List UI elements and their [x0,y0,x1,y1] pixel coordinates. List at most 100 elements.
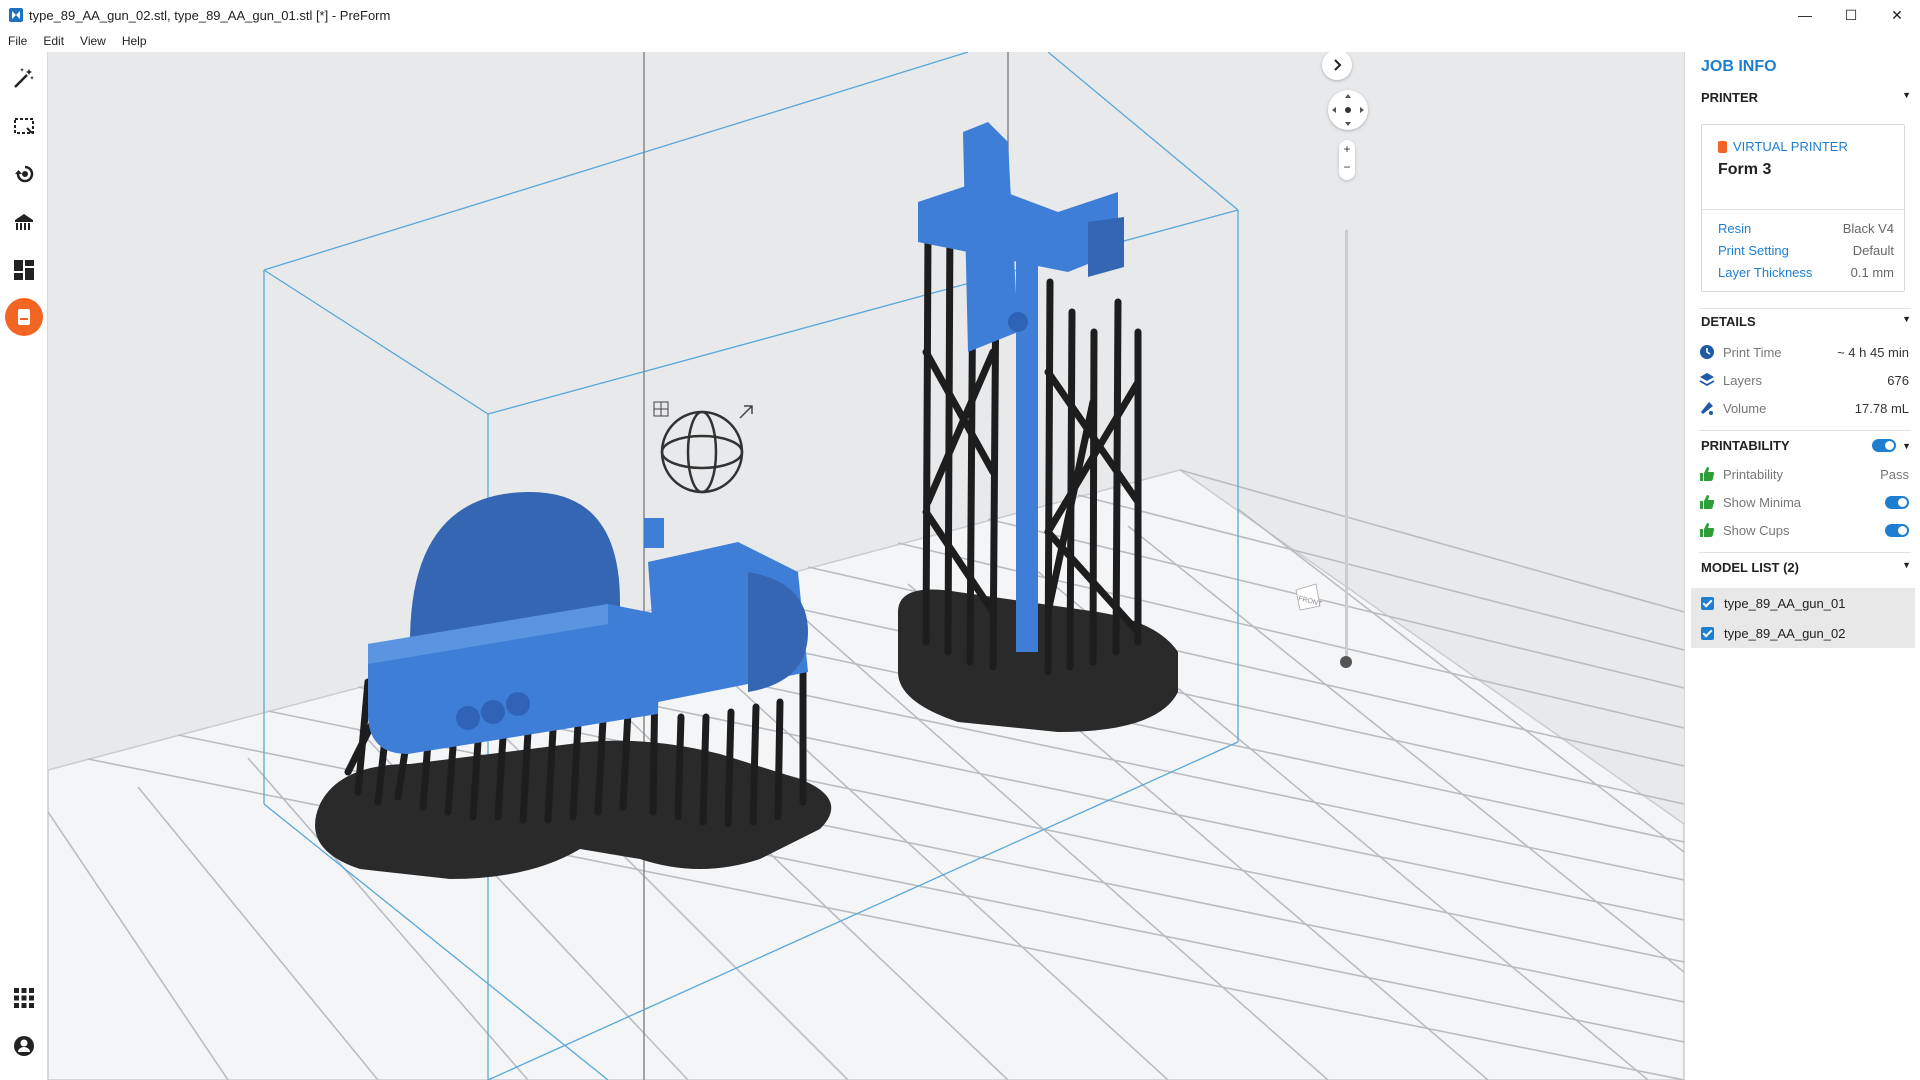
supports-tool-button[interactable] [8,206,40,238]
pan-arrows-icon [1332,94,1364,126]
model-list-item[interactable]: type_89_AA_gun_01 [1691,588,1915,618]
card-divider [1702,209,1904,210]
menu-view[interactable]: View [72,34,114,48]
layers-row: Layers 676 [1699,372,1909,388]
scale-arrow-icon [739,405,753,419]
job-info-panel: JOB INFO PRINTER ▼ VIRTUAL PRINTER Form 3… [1684,52,1920,1080]
printability-row: Printability Pass [1699,466,1909,482]
layers-label: Layers [1723,372,1763,388]
volume-label: Volume [1723,400,1767,416]
model-type-89-aa-gun-02[interactable] [315,492,832,879]
resin-label[interactable]: Resin [1718,221,1751,236]
printability-section-header[interactable]: PRINTABILITY ▼ [1701,438,1911,453]
account-icon [14,1036,34,1056]
show-minima-toggle[interactable] [1885,495,1909,509]
show-cups-toggle[interactable] [1885,523,1909,537]
volume-row: Volume 17.78 mL [1699,400,1909,416]
grid-handle-icon [653,401,669,417]
show-cups-row: Show Cups [1699,522,1909,538]
magic-wand-icon [14,68,34,88]
clock-icon [1700,345,1714,359]
layer-thickness-row: Layer Thickness 0.1 mm [1718,265,1894,280]
orientation-tool-button[interactable] [8,158,40,190]
layer-slider-handle[interactable] [1340,656,1352,668]
printability-section-label: PRINTABILITY [1701,438,1790,453]
model-list-section-header[interactable]: MODEL LIST (2) ▼ [1701,560,1911,575]
window-title: type_89_AA_gun_02.stl, type_89_AA_gun_01… [29,7,391,23]
layout-icon [14,260,34,280]
printer-icon [18,309,30,325]
show-minima-label: Show Minima [1723,494,1802,510]
rotation-gizmo[interactable] [660,410,744,494]
3d-viewport[interactable]: FRONT + − [48,52,1684,1080]
pan-control[interactable] [1328,90,1368,130]
title-bar: type_89_AA_gun_02.stl, type_89_AA_gun_01… [0,0,1920,30]
printer-card[interactable]: VIRTUAL PRINTER Form 3 Resin Black V4 Pr… [1701,124,1905,292]
caret-down-icon: ▼ [1902,314,1911,324]
magic-wand-tool-button[interactable] [8,62,40,94]
volume-value: 17.78 mL [1854,400,1909,416]
caret-down-icon: ▼ [1902,560,1911,570]
print-time-label: Print Time [1723,344,1782,360]
printer-section-header[interactable]: PRINTER ▼ [1701,90,1911,105]
thumbs-up-icon [1700,467,1715,481]
supports-icon [15,214,33,230]
details-section-header[interactable]: DETAILS ▼ [1701,314,1911,329]
orientation-icon [15,165,34,183]
show-cups-label: Show Cups [1723,522,1790,538]
section-divider [1699,552,1911,553]
printability-label: Printability [1723,466,1783,482]
menu-edit[interactable]: Edit [35,34,72,48]
printability-toggle[interactable] [1872,439,1897,452]
zoom-in-icon[interactable]: + [1339,140,1355,158]
preform-app-icon [9,8,23,22]
printer-section-label: PRINTER [1701,90,1759,105]
maximize-button[interactable]: ☐ [1828,0,1874,30]
layer-thickness-value: 0.1 mm [1850,265,1894,280]
section-divider [1699,308,1911,309]
model-checkbox[interactable] [1701,596,1714,610]
print-time-row: Print Time ~ 4 h 45 min [1699,344,1909,360]
job-info-tool-button[interactable] [5,298,43,336]
print-time-value: ~ 4 h 45 min [1837,344,1909,360]
thumbs-up-icon [1700,495,1715,509]
apps-grid-button[interactable] [8,982,40,1014]
section-divider [1699,430,1911,431]
caret-down-icon: ▼ [1902,90,1911,100]
layer-thickness-label[interactable]: Layer Thickness [1718,265,1812,280]
zoom-out-icon[interactable]: − [1339,158,1355,176]
print-setting-label[interactable]: Print Setting [1718,243,1789,258]
select-box-icon [14,118,34,134]
printer-type: VIRTUAL PRINTER [1733,139,1848,154]
minimize-button[interactable]: — [1782,0,1828,30]
layout-tool-button[interactable] [8,254,40,286]
resin-value: Black V4 [1842,221,1894,236]
resin-row: Resin Black V4 [1718,221,1894,236]
scene-canvas[interactable]: FRONT [48,52,1684,1080]
model-list-section-label: MODEL LIST (2) [1701,560,1799,575]
chevron-right-icon [1334,59,1342,71]
layers-value: 676 [1887,372,1909,388]
thumbs-up-icon [1700,523,1715,537]
caret-down-icon: ▼ [1902,440,1911,451]
show-minima-row: Show Minima [1699,494,1909,510]
left-toolbar [0,52,48,1080]
model-name: type_89_AA_gun_02 [1724,625,1846,641]
menu-help[interactable]: Help [114,34,155,48]
printer-name: Form 3 [1718,161,1772,178]
details-section-label: DETAILS [1701,314,1756,329]
gun-mount-column [1016,232,1038,652]
model-checkbox[interactable] [1701,626,1714,640]
panel-title: JOB INFO [1701,58,1777,75]
model-list-item[interactable]: type_89_AA_gun_02 [1691,618,1915,648]
menu-file[interactable]: File [0,34,35,48]
virtual-printer-icon [1718,140,1727,153]
account-button[interactable] [8,1030,40,1062]
apps-grid-icon [14,988,34,1008]
select-box-tool-button[interactable] [8,110,40,142]
zoom-control[interactable]: + − [1339,140,1355,180]
model-type-89-aa-gun-01[interactable] [898,122,1178,732]
model-name: type_89_AA_gun_01 [1724,595,1846,611]
close-button[interactable]: ✕ [1874,0,1920,30]
layer-slider-track[interactable] [1345,230,1348,662]
